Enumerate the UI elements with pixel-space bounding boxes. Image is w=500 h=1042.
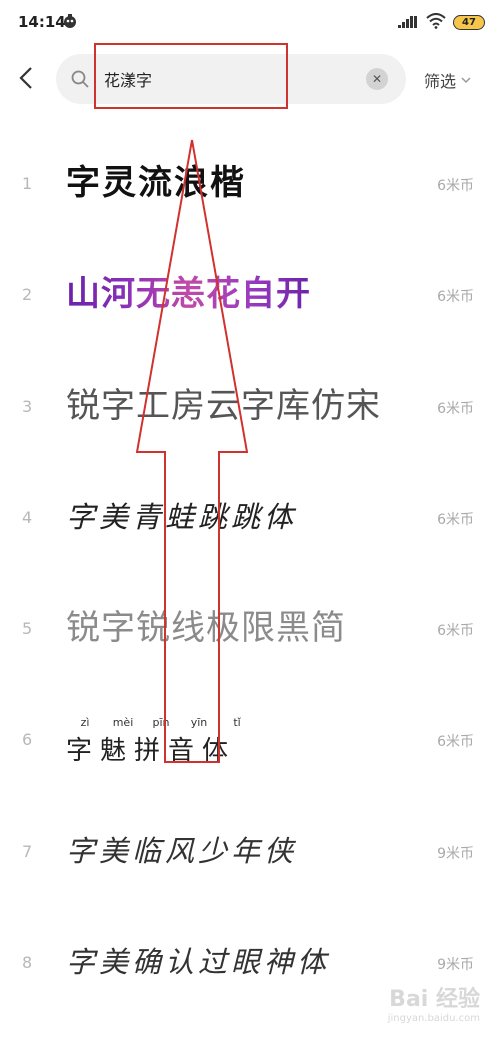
- result-index: 8: [22, 953, 33, 973]
- list-item[interactable]: 1 字灵流浪楷 6米币: [0, 128, 500, 239]
- font-name: 锐字工房云字库仿宋: [66, 385, 381, 426]
- list-item[interactable]: 4 字美青蛙跳跳体 6米币: [0, 462, 500, 573]
- result-index: 6: [22, 730, 33, 750]
- signal-icon: [398, 16, 417, 28]
- chevron-left-icon: [19, 67, 32, 89]
- close-icon: ✕: [371, 72, 383, 86]
- result-index: 2: [22, 285, 33, 305]
- font-price: 6米币: [437, 178, 474, 194]
- font-price: 9米币: [437, 845, 474, 862]
- font-price: 6米币: [437, 289, 474, 306]
- list-item[interactable]: 6 zì mèi pīn yīn tǐ 字魅拼音体 6米币: [0, 684, 500, 795]
- font-name: 字魅拼音体: [66, 736, 237, 767]
- list-item[interactable]: 5 锐字锐线极限黑简 6米币: [0, 573, 500, 684]
- clear-search-button[interactable]: ✕: [366, 68, 388, 90]
- chevron-down-icon: [461, 77, 471, 84]
- font-name: 字美确认过眼神体: [66, 945, 331, 980]
- watermark: Bai 经验 jingyan.baidu.com: [388, 981, 480, 1024]
- search-box[interactable]: ✕: [56, 54, 406, 104]
- list-item[interactable]: 2 山河无恙花自开 6米币: [0, 239, 500, 350]
- search-input[interactable]: [104, 68, 344, 90]
- battery-level: 47: [462, 17, 476, 28]
- font-price: 6米币: [437, 511, 474, 528]
- filter-label: 筛选: [424, 72, 457, 91]
- list-item[interactable]: 7 字美临风少年侠 9米币: [0, 796, 500, 907]
- status-bar: 14:14 47: [0, 0, 500, 44]
- filter-button[interactable]: 筛选: [424, 69, 471, 91]
- watermark-url: jingyan.baidu.com: [387, 1013, 480, 1024]
- font-name: 字灵流浪楷: [66, 163, 246, 203]
- font-price: 6米币: [437, 400, 474, 417]
- result-index: 7: [22, 841, 33, 861]
- font-name: 字美临风少年侠: [66, 833, 298, 868]
- result-index: 3: [22, 396, 33, 416]
- status-time: 14:14: [18, 13, 66, 31]
- watermark-logo: Bai 经验: [389, 987, 480, 1012]
- list-item[interactable]: 3 锐字工房云字库仿宋 6米币: [0, 351, 500, 462]
- result-index: 4: [22, 507, 33, 527]
- search-header: ✕ 筛选: [0, 44, 500, 114]
- font-name: 字美青蛙跳跳体: [66, 499, 298, 534]
- battery-indicator: 47: [453, 15, 485, 30]
- font-price: 6米币: [437, 734, 474, 751]
- font-price: 9米币: [437, 957, 474, 974]
- wifi-icon: [426, 13, 446, 29]
- font-name: 山河无恙花自开: [66, 269, 311, 319]
- search-icon: [71, 70, 89, 88]
- font-results-list: 1 字灵流浪楷 6米币 2 山河无恙花自开 6米币 3 锐字工房云字库仿宋 6米…: [0, 128, 500, 1018]
- font-price: 6米币: [437, 623, 474, 640]
- app-notification-icon: [64, 14, 76, 28]
- result-index: 1: [22, 174, 33, 193]
- back-button[interactable]: [10, 62, 42, 94]
- result-index: 5: [22, 619, 33, 639]
- font-name: 锐字锐线极限黑简: [66, 608, 346, 649]
